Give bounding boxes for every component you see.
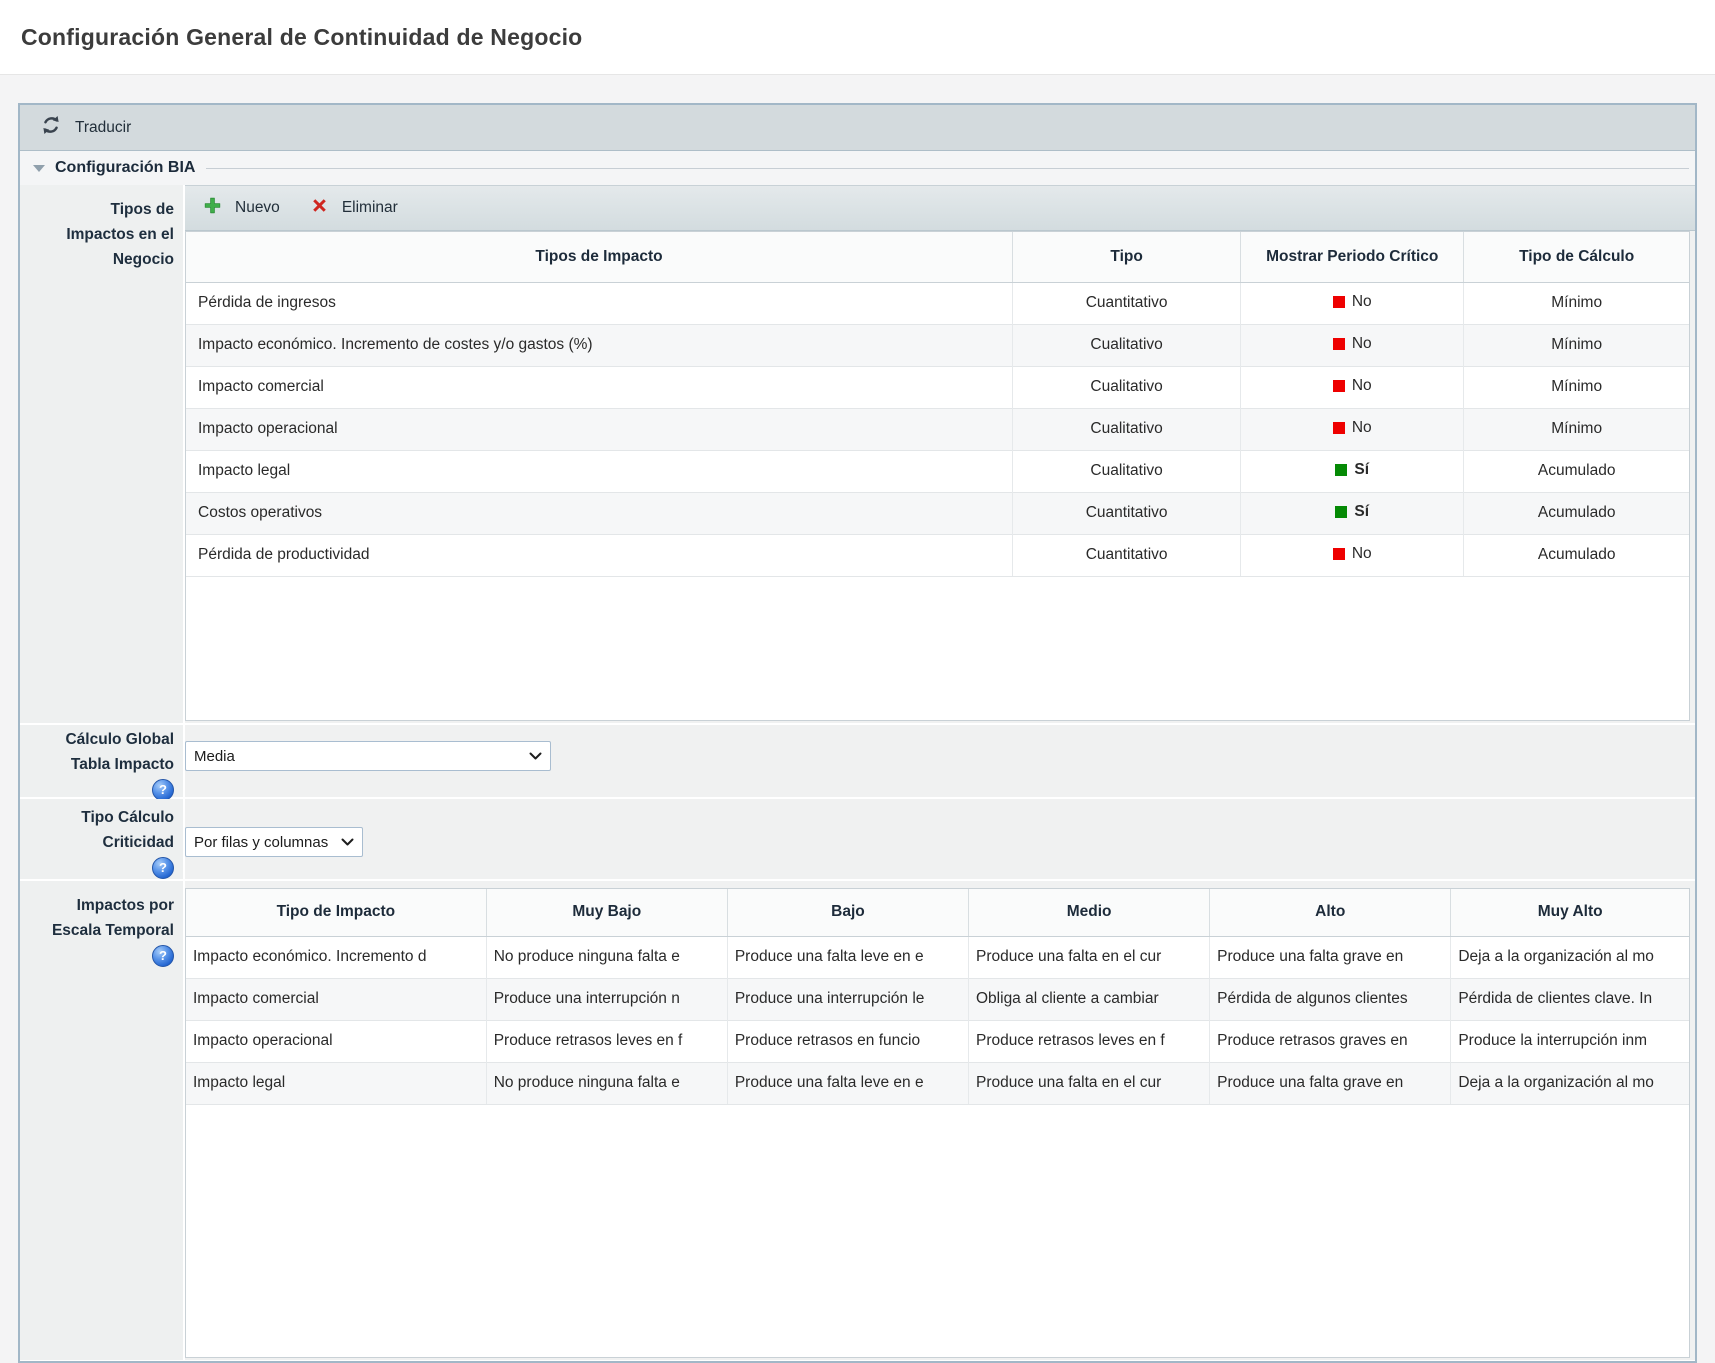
criticality-calc-select[interactable]: Por filas y columnas [185,827,363,857]
global-calc-row: Cálculo Global Tabla Impacto ? Media [20,725,1695,797]
table-row[interactable]: Impacto operacional Cualitativo No Mínim… [186,408,1689,450]
criticality-calc-row: Tipo Cálculo Criticidad ? Por filas y co… [20,799,1695,879]
top-toolbar: Traducir [20,105,1695,151]
table-row[interactable]: Costos operativos Cuantitativo Sí Acumul… [186,492,1689,534]
column-header-tipo: Tipo [1013,232,1241,282]
help-icon[interactable]: ? [152,945,174,967]
legend-divider [206,168,1689,169]
column-header-medio: Medio [969,889,1210,936]
impact-types-header-row: Tipos de Impacto Tipo Mostrar Periodo Cr… [186,232,1689,282]
table-row[interactable]: Impacto económico. Incremento d No produ… [186,936,1689,978]
column-header-alto: Alto [1210,889,1451,936]
translate-label: Traducir [75,119,131,137]
collapse-triangle-icon[interactable] [33,165,45,172]
impact-types-toolbar: Nuevo Eliminar [185,185,1695,231]
critical-period-indicator: Sí [1335,503,1369,521]
impact-types-table: Tipos de Impacto Tipo Mostrar Periodo Cr… [185,231,1690,721]
table-row[interactable]: Impacto comercial Produce una interrupci… [186,978,1689,1020]
impact-types-label: Tipos de Impactos en el Negocio [20,185,185,723]
table-row[interactable]: Impacto legal Cualitativo Sí Acumulado [186,450,1689,492]
table-row[interactable]: Impacto económico. Incremento de costes … [186,324,1689,366]
new-label: Nuevo [235,199,280,217]
column-header-tipos-de-impacto: Tipos de Impacto [186,232,1013,282]
global-calc-content: Media [185,725,1695,797]
temporal-header-row: Tipo de Impacto Muy Bajo Bajo Medio Alto… [186,889,1689,936]
criticality-calc-content: Por filas y columnas [185,799,1695,879]
column-header-bajo: Bajo [727,889,968,936]
bia-section-header: Configuración BIA [20,151,1695,185]
temporal-impacts-table: Tipo de Impacto Muy Bajo Bajo Medio Alto… [185,888,1690,1358]
x-icon [310,196,329,220]
page-title: Configuración General de Continuidad de … [21,24,582,51]
column-header-tipo-de-impacto: Tipo de Impacto [186,889,486,936]
critical-period-indicator: No [1333,419,1372,437]
temporal-impacts-content: Tipo de Impacto Muy Bajo Bajo Medio Alto… [185,881,1695,1360]
critical-period-indicator: No [1333,335,1372,353]
table-row[interactable]: Impacto operacional Produce retrasos lev… [186,1020,1689,1062]
global-calc-label: Cálculo Global Tabla Impacto ? [20,725,185,797]
criticality-calc-label: Tipo Cálculo Criticidad ? [20,799,185,879]
configuration-panel: Traducir Configuración BIA Tipos de Impa… [18,103,1697,1363]
help-icon[interactable]: ? [152,779,174,801]
critical-period-indicator: No [1333,377,1372,395]
column-header-tipo-de-calculo: Tipo de Cálculo [1464,232,1689,282]
impact-types-content: Nuevo Eliminar Tipos de Imp [185,185,1695,723]
global-calc-select[interactable]: Media [185,741,551,771]
column-header-muy-bajo: Muy Bajo [486,889,727,936]
column-header-muy-alto: Muy Alto [1451,889,1689,936]
table-row[interactable]: Impacto comercial Cualitativo No Mínimo [186,366,1689,408]
column-header-mostrar-periodo-critico: Mostrar Periodo Crítico [1241,232,1464,282]
title-bar: Configuración General de Continuidad de … [0,0,1715,75]
critical-period-indicator: No [1333,293,1372,311]
temporal-impacts-label: Impactos por Escala Temporal ? [20,881,185,1360]
section-title: Configuración BIA [55,159,195,177]
table-row[interactable]: Impacto legal No produce ninguna falta e… [186,1062,1689,1104]
delete-button[interactable]: Eliminar [310,196,398,220]
refresh-icon [40,114,62,141]
plus-icon [203,196,222,220]
delete-label: Eliminar [342,199,398,217]
new-button[interactable]: Nuevo [203,196,280,220]
temporal-impacts-row: Impactos por Escala Temporal ? Tipo de I… [20,881,1695,1360]
impact-types-row: Tipos de Impactos en el Negocio Nuevo [20,185,1695,723]
help-icon[interactable]: ? [152,857,174,879]
critical-period-indicator: No [1333,545,1372,563]
table-row[interactable]: Pérdida de productividad Cuantitativo No… [186,534,1689,576]
table-row[interactable]: Pérdida de ingresos Cuantitativo No Míni… [186,282,1689,324]
critical-period-indicator: Sí [1335,461,1369,479]
translate-button[interactable]: Traducir [40,114,131,141]
